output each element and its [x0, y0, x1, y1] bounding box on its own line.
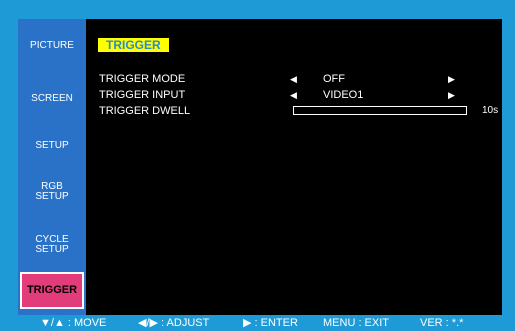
- sidebar-item-label: SCREEN: [31, 93, 73, 104]
- sidebar-item-cycle-setup[interactable]: CYCLE SETUP: [20, 235, 84, 255]
- trigger-input-label[interactable]: TRIGGER INPUT: [99, 89, 185, 101]
- osd-menu: PICTURE SCREEN SETUP RGB SETUP CYCLE SET…: [18, 19, 502, 315]
- version-hint: VER : *.*: [420, 317, 464, 329]
- sidebar-menu: PICTURE SCREEN SETUP RGB SETUP CYCLE SET…: [18, 19, 86, 315]
- left-arrow-icon[interactable]: ◀: [290, 73, 297, 85]
- sidebar-item-picture[interactable]: PICTURE: [20, 41, 84, 51]
- right-arrow-icon[interactable]: ▶: [448, 73, 455, 85]
- trigger-dwell-slider[interactable]: [293, 106, 467, 115]
- trigger-panel: TRIGGER TRIGGER MODE ◀ OFF ▶ TRIGGER INP…: [86, 19, 502, 315]
- sidebar-item-rgb-setup[interactable]: RGB SETUP: [20, 182, 84, 202]
- sidebar-item-label: SETUP: [35, 140, 69, 151]
- trigger-dwell-label[interactable]: TRIGGER DWELL: [99, 105, 190, 117]
- panel-title: TRIGGER: [98, 38, 169, 52]
- trigger-mode-value[interactable]: OFF: [323, 73, 345, 85]
- footer-hints: ▼/▲ : MOVE ◀/▶ : ADJUST ▶ : ENTER MENU :…: [0, 315, 515, 331]
- adjust-hint: ◀/▶ : ADJUST: [138, 317, 210, 329]
- sidebar-item-label-line2: SETUP: [35, 244, 69, 255]
- trigger-dwell-value: 10s: [482, 105, 499, 116]
- trigger-input-value[interactable]: VIDEO1: [323, 89, 363, 101]
- sidebar-item-label: PICTURE: [30, 40, 74, 51]
- sidebar-item-setup[interactable]: SETUP: [20, 141, 84, 151]
- sidebar-item-screen[interactable]: SCREEN: [20, 94, 84, 104]
- enter-hint: ▶ : ENTER: [243, 317, 298, 329]
- trigger-mode-label[interactable]: TRIGGER MODE: [99, 73, 185, 85]
- sidebar-item-label-line2: SETUP: [35, 191, 69, 202]
- move-hint: ▼/▲ : MOVE: [40, 317, 107, 329]
- right-arrow-icon[interactable]: ▶: [448, 89, 455, 101]
- exit-hint: MENU : EXIT: [323, 317, 390, 329]
- left-arrow-icon[interactable]: ◀: [290, 89, 297, 101]
- sidebar-item-trigger[interactable]: TRIGGER: [20, 272, 84, 309]
- sidebar-item-label: TRIGGER: [26, 284, 78, 296]
